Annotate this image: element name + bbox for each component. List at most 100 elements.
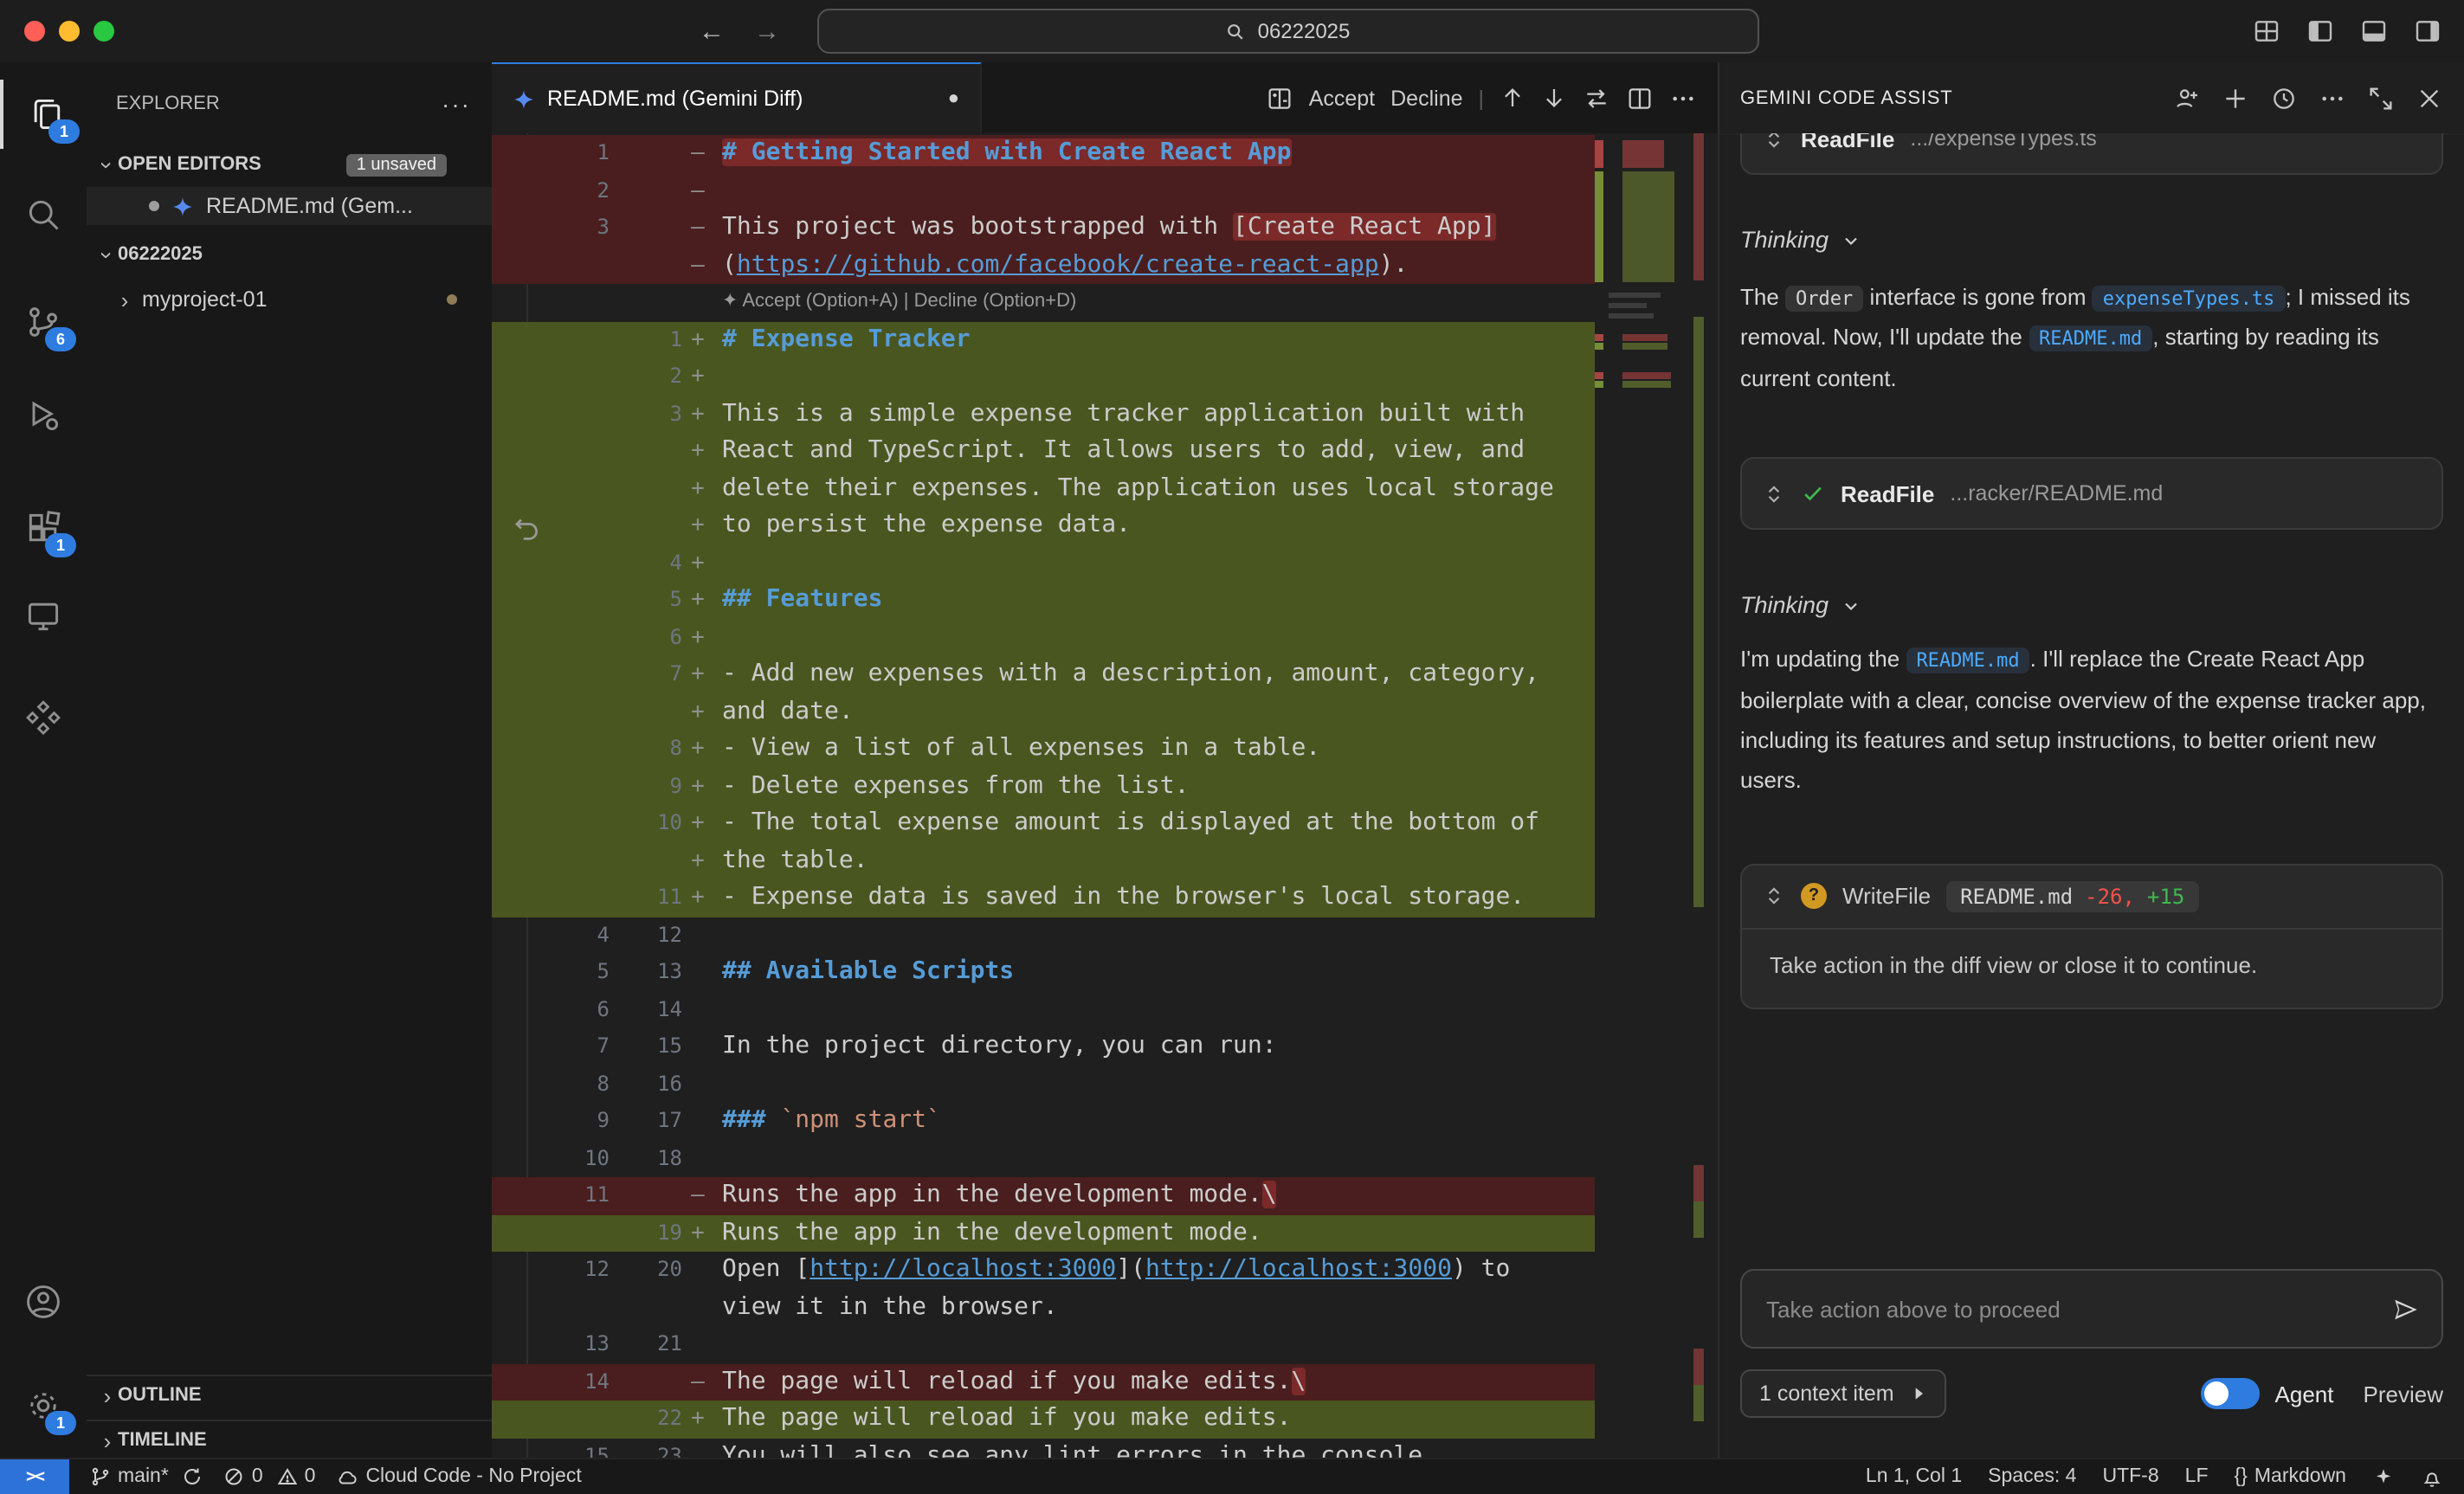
customize-layout-button[interactable] xyxy=(2251,16,2282,47)
diff-row[interactable]: 10+- The total expense amount is display… xyxy=(492,805,1595,842)
toggle-secondary-sidebar-button[interactable] xyxy=(2412,16,2443,47)
swap-sides-button[interactable] xyxy=(1583,79,1610,117)
open-changes-button[interactable] xyxy=(1266,79,1293,117)
file-link-chip[interactable]: README.md xyxy=(2029,326,2152,352)
diff-row[interactable]: 3–This project was bootstrapped with [Cr… xyxy=(492,209,1595,247)
file-link-chip[interactable]: expenseTypes.ts xyxy=(2093,286,2286,312)
diff-row[interactable]: 816 xyxy=(492,1066,1595,1103)
toggle-primary-sidebar-button[interactable] xyxy=(2305,16,2336,47)
zoom-window-button[interactable] xyxy=(94,21,114,42)
indentation-status[interactable]: Spaces: 4 xyxy=(1988,1466,2076,1487)
diff-row[interactable]: 917### `npm start` xyxy=(492,1103,1595,1140)
diff-row[interactable]: 4+ xyxy=(492,544,1595,582)
diff-row[interactable]: 7+- Add new expenses with a description,… xyxy=(492,656,1595,693)
diff-row[interactable]: 1018 xyxy=(492,1140,1595,1177)
open-editors-header[interactable]: › OPEN EDITORS 1 unsaved xyxy=(87,145,492,184)
tool-card-readfile-partial[interactable]: ReadFile .../expenseTypes.ts xyxy=(1740,133,2443,175)
diff-row[interactable]: 1321 xyxy=(492,1326,1595,1363)
activity-source-control[interactable]: 6 xyxy=(0,287,85,357)
chat-input[interactable] xyxy=(1763,1294,2377,1323)
diff-row[interactable]: 19+Runs the app in the development mode. xyxy=(492,1214,1595,1252)
outline-section-header[interactable]: › OUTLINE xyxy=(87,1375,492,1414)
eol-status[interactable]: LF xyxy=(2185,1466,2209,1487)
diff-row[interactable]: ✦ Accept (Option+A) | Decline (Option+D) xyxy=(492,284,1595,321)
revert-change-icon[interactable] xyxy=(513,512,542,542)
previous-change-button[interactable] xyxy=(1500,79,1525,117)
diff-row[interactable]: 1220Open [http://localhost:3000](http://… xyxy=(492,1252,1595,1289)
diff-row[interactable]: view it in the browser. xyxy=(492,1289,1595,1326)
new-chat-icon[interactable] xyxy=(2222,84,2249,112)
account-switch-icon[interactable] xyxy=(2173,84,2201,112)
problems-status[interactable]: 0 0 xyxy=(224,1466,316,1487)
diff-row[interactable]: 1+# Expense Tracker xyxy=(492,321,1595,358)
explorer-actions-button[interactable]: ··· xyxy=(442,90,471,118)
thinking-toggle[interactable]: Thinking xyxy=(1740,227,2443,253)
expand-panel-icon[interactable] xyxy=(2367,84,2395,112)
thinking-toggle[interactable]: Thinking xyxy=(1740,592,2443,618)
back-button[interactable]: ← xyxy=(693,10,731,52)
diff-row[interactable]: +to persist the expense data. xyxy=(492,507,1595,544)
diff-row[interactable]: 2+ xyxy=(492,358,1595,396)
more-actions-button[interactable] xyxy=(1669,79,1697,117)
open-editor-item[interactable]: README.md (Gem... xyxy=(87,187,492,225)
bell-icon[interactable] xyxy=(2421,1465,2443,1488)
tab-modified-dot[interactable]: ● xyxy=(948,88,959,109)
diff-row[interactable]: 513## Available Scripts xyxy=(492,954,1595,991)
next-change-button[interactable] xyxy=(1541,79,1567,117)
decline-button[interactable]: Decline xyxy=(1390,79,1462,117)
diff-row[interactable]: +delete their expenses. The application … xyxy=(492,470,1595,507)
diff-row[interactable]: 1523You will also see any lint errors in… xyxy=(492,1438,1595,1459)
activity-run-debug[interactable] xyxy=(0,381,85,450)
folder-item-myproject[interactable]: › myproject-01 xyxy=(87,280,492,319)
agent-mode-toggle[interactable] xyxy=(2201,1378,2260,1409)
diff-row[interactable]: 412 xyxy=(492,917,1595,954)
diff-row[interactable]: +React and TypeScript. It allows users t… xyxy=(492,433,1595,470)
close-panel-icon[interactable] xyxy=(2416,84,2443,112)
diff-row[interactable]: –(https://github.com/facebook/create-rea… xyxy=(492,247,1595,284)
toggle-panel-button[interactable] xyxy=(2358,16,2390,47)
diff-editor[interactable]: 1–# Getting Started with Create React Ap… xyxy=(492,133,1718,1459)
sparkle-icon[interactable] xyxy=(2372,1465,2395,1488)
close-window-button[interactable] xyxy=(24,21,45,42)
diff-row[interactable]: 6+ xyxy=(492,619,1595,656)
send-icon[interactable] xyxy=(2391,1294,2421,1323)
tab-readme-gemini-diff[interactable]: README.md (Gemini Diff) ● xyxy=(492,62,982,133)
diff-row[interactable]: +and date. xyxy=(492,693,1595,731)
diff-row[interactable]: 3+This is a simple expense tracker appli… xyxy=(492,396,1595,433)
cloud-code-status[interactable]: Cloud Code - No Project xyxy=(336,1465,581,1488)
remote-indicator[interactable]: >< xyxy=(0,1459,69,1494)
timeline-section-header[interactable]: › TIMELINE xyxy=(87,1420,492,1459)
split-editor-button[interactable] xyxy=(1626,79,1654,117)
diff-row[interactable]: 11+- Expense data is saved in the browse… xyxy=(492,879,1595,917)
language-status[interactable]: {} Markdown xyxy=(2235,1466,2347,1487)
command-center[interactable]: 06222025 xyxy=(817,9,1759,54)
file-link-chip[interactable]: README.md xyxy=(1906,647,2029,673)
activity-settings[interactable]: 1 xyxy=(0,1371,85,1440)
diff-row[interactable]: 11–Runs the app in the development mode.… xyxy=(492,1177,1595,1214)
encoding-status[interactable]: UTF-8 xyxy=(2102,1466,2158,1487)
diff-row[interactable]: 1–# Getting Started with Create React Ap… xyxy=(492,135,1595,172)
forward-button[interactable]: → xyxy=(748,10,786,52)
diff-row[interactable]: 715In the project directory, you can run… xyxy=(492,1028,1595,1066)
diff-row[interactable]: 5+## Features xyxy=(492,582,1595,619)
context-items-button[interactable]: 1 context item xyxy=(1740,1369,1946,1418)
diff-row[interactable]: 2– xyxy=(492,172,1595,209)
tool-card-writefile[interactable]: ? WriteFile README.md -26, +15 Take acti… xyxy=(1740,863,2443,1008)
activity-gemini[interactable] xyxy=(0,682,85,751)
diff-row[interactable]: 8+- View a list of all expenses in a tab… xyxy=(492,731,1595,768)
tool-card-readfile[interactable]: ReadFile ...racker/README.md xyxy=(1740,457,2443,530)
preview-label[interactable]: Preview xyxy=(2364,1381,2444,1407)
diff-row[interactable]: 22+The page will reload if you make edit… xyxy=(492,1401,1595,1438)
diff-row[interactable]: 14–The page will reload if you make edit… xyxy=(492,1363,1595,1401)
activity-explorer[interactable]: 1 xyxy=(0,80,88,149)
branch-status[interactable]: main* xyxy=(90,1466,203,1487)
more-actions-icon[interactable] xyxy=(2319,84,2346,112)
activity-extensions[interactable]: 1 xyxy=(0,493,85,563)
workspace-section-header[interactable]: › 06222025 xyxy=(87,235,492,274)
activity-accounts[interactable] xyxy=(0,1267,85,1336)
cursor-position[interactable]: Ln 1, Col 1 xyxy=(1866,1466,1962,1487)
history-icon[interactable] xyxy=(2270,84,2298,112)
diff-row[interactable]: +the table. xyxy=(492,842,1595,879)
accept-button[interactable]: Accept xyxy=(1309,79,1375,117)
diff-row[interactable]: 9+- Delete expenses from the list. xyxy=(492,768,1595,805)
